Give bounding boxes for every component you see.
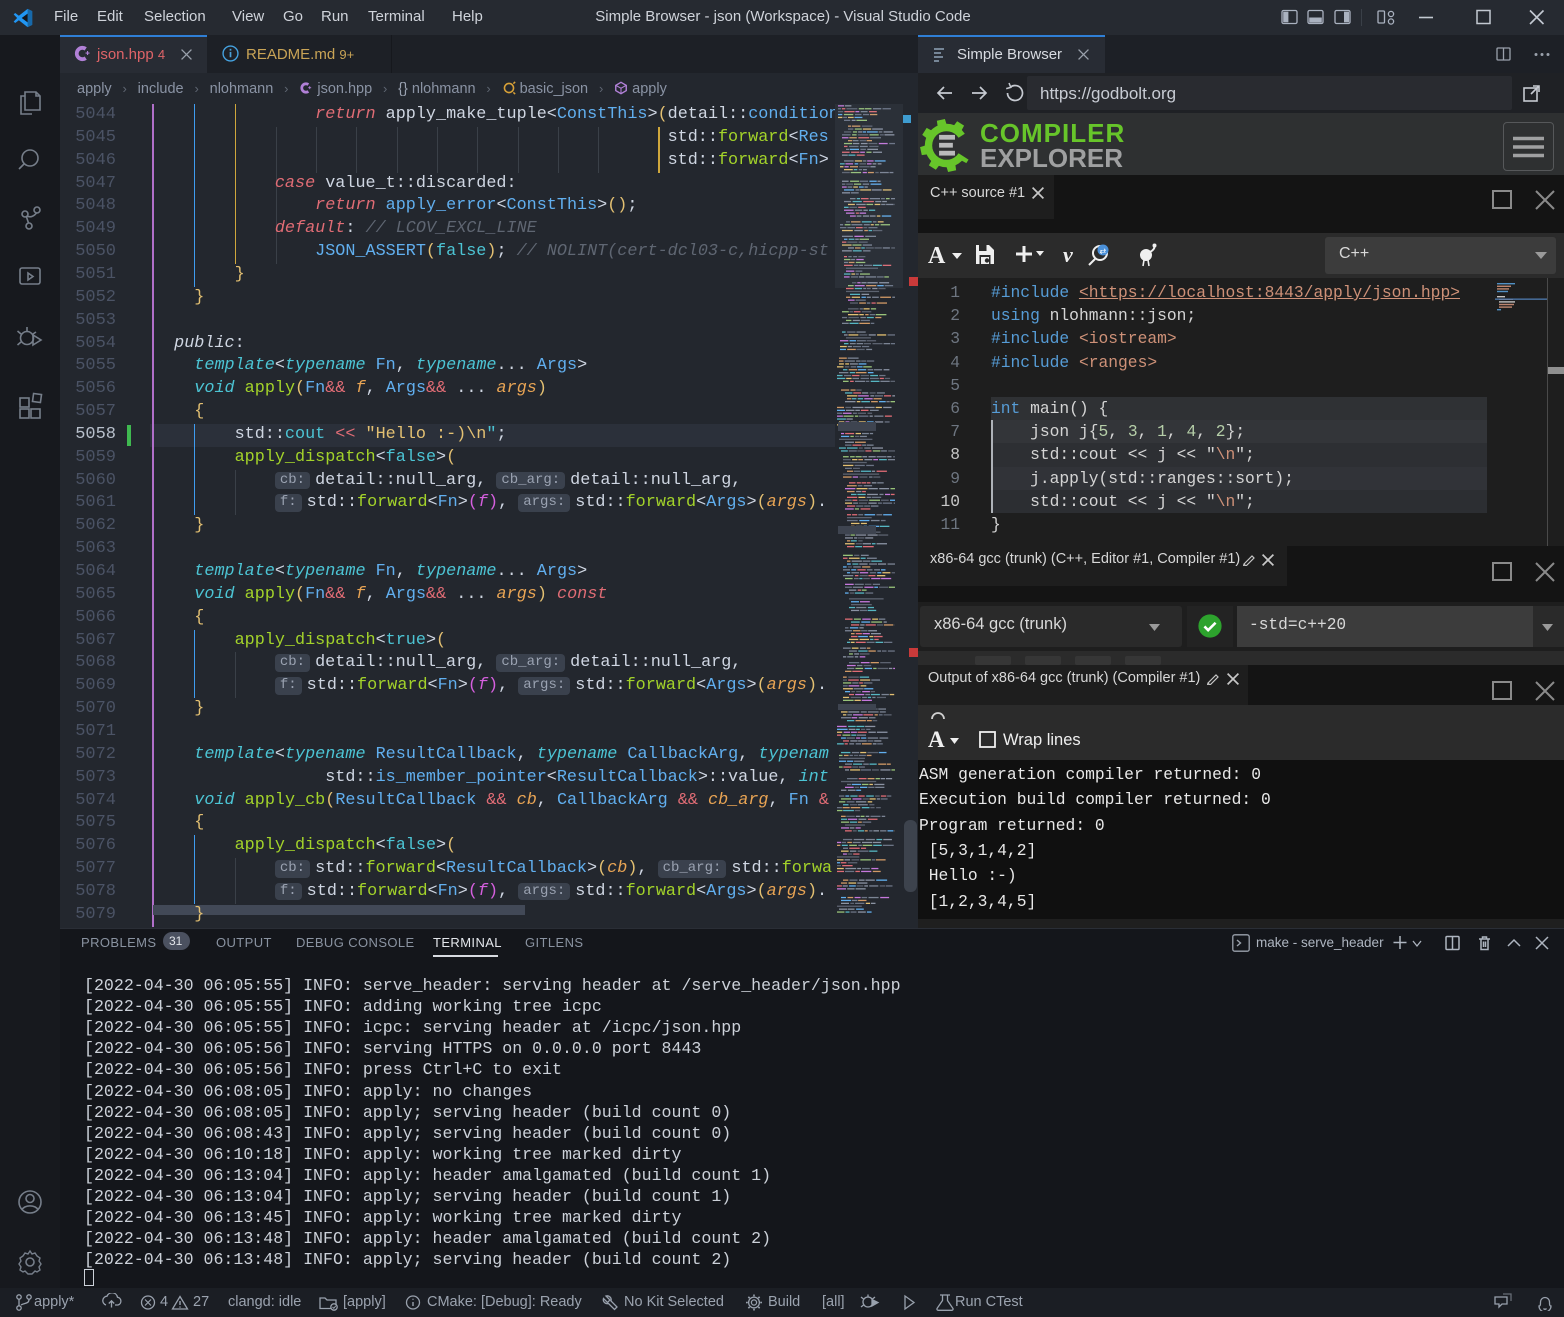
svg-text:⇄: ⇄: [1100, 247, 1107, 256]
svg-text:A: A: [928, 728, 945, 752]
svg-text:A: A: [928, 243, 946, 269]
svg-text:v: v: [1063, 243, 1073, 267]
